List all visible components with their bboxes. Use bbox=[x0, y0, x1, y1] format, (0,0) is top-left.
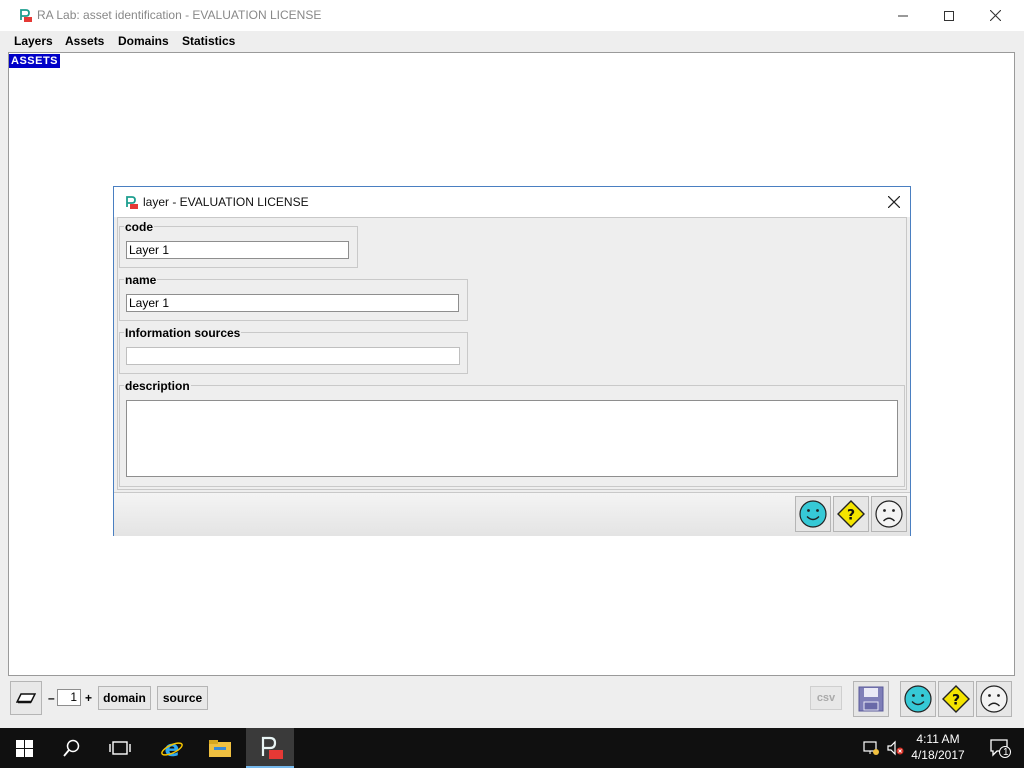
dialog-footer bbox=[114, 492, 910, 536]
network-tray[interactable] bbox=[860, 728, 882, 768]
close-icon bbox=[989, 10, 1001, 21]
dialog-close-button[interactable] bbox=[882, 192, 906, 212]
dialog-ok-button[interactable] bbox=[795, 496, 831, 532]
dialog-help-button[interactable] bbox=[833, 496, 869, 532]
menu-layers[interactable]: Layers bbox=[14, 34, 53, 48]
close-icon bbox=[888, 196, 900, 208]
description-label: description bbox=[124, 379, 191, 393]
menu-bar: Layers Assets Domains Statistics bbox=[0, 31, 1016, 52]
svg-text:e: e bbox=[165, 737, 180, 760]
dialog-title-bar: layer - EVALUATION LICENSE bbox=[114, 187, 910, 217]
app-icon bbox=[124, 195, 138, 209]
level-input[interactable]: 1 bbox=[57, 689, 81, 706]
dialog-body: code name Information sources descriptio… bbox=[117, 217, 907, 490]
network-icon bbox=[863, 741, 879, 755]
source-button[interactable]: source bbox=[157, 686, 208, 710]
toolbar-ok-button[interactable] bbox=[900, 681, 936, 717]
internet-explorer-icon: e bbox=[161, 737, 183, 760]
code-label: code bbox=[124, 220, 155, 234]
code-field[interactable] bbox=[126, 241, 349, 259]
search-button[interactable] bbox=[48, 728, 96, 768]
search-icon bbox=[63, 739, 80, 757]
ok-smiley-icon bbox=[903, 684, 933, 714]
bottom-toolbar: – 1 + domain source csv bbox=[8, 678, 1015, 720]
csv-export-button[interactable]: csv bbox=[810, 686, 842, 710]
domain-button[interactable]: domain bbox=[98, 686, 151, 710]
folder-icon bbox=[209, 740, 231, 757]
task-view-icon bbox=[109, 741, 131, 755]
volume-muted-icon bbox=[887, 740, 904, 756]
dialog-cancel-button[interactable] bbox=[871, 496, 907, 532]
information-sources-field[interactable] bbox=[126, 347, 460, 365]
cancel-frown-icon bbox=[979, 684, 1009, 714]
layer-plane-icon bbox=[16, 693, 36, 704]
help-question-icon bbox=[836, 499, 866, 529]
assets-layer-tag[interactable]: ASSETS bbox=[9, 54, 61, 68]
start-button[interactable] bbox=[0, 728, 48, 768]
ra-lab-app-icon bbox=[261, 736, 283, 759]
maximize-icon bbox=[944, 10, 954, 21]
notification-count: 1 bbox=[1003, 747, 1009, 758]
sources-label: Information sources bbox=[124, 326, 242, 340]
dialog-title: layer - EVALUATION LICENSE bbox=[143, 195, 309, 209]
task-view-button[interactable] bbox=[96, 728, 144, 768]
app-icon bbox=[18, 8, 32, 22]
windows-logo-icon bbox=[15, 739, 33, 757]
level-decrement-button[interactable]: – bbox=[48, 691, 55, 705]
description-field[interactable] bbox=[126, 400, 898, 477]
taskbar-file-explorer[interactable] bbox=[196, 728, 244, 768]
layer-view-button[interactable] bbox=[10, 681, 42, 715]
title-bar: RA Lab: asset identification - EVALUATIO… bbox=[0, 0, 1024, 31]
name-label: name bbox=[124, 273, 158, 287]
toolbar-help-button[interactable] bbox=[938, 681, 974, 717]
maximize-button[interactable] bbox=[926, 0, 972, 31]
layer-dialog: layer - EVALUATION LICENSE code name Inf… bbox=[113, 186, 911, 536]
minimize-button[interactable] bbox=[880, 0, 926, 31]
clock-date: 4/18/2017 bbox=[911, 748, 965, 762]
action-center-button[interactable]: 1 bbox=[976, 728, 1024, 768]
taskbar-internet-explorer[interactable]: e bbox=[148, 728, 196, 768]
cancel-frown-icon bbox=[874, 499, 904, 529]
menu-assets[interactable]: Assets bbox=[65, 34, 104, 48]
name-field[interactable] bbox=[126, 294, 459, 312]
level-increment-button[interactable]: + bbox=[85, 691, 92, 705]
system-clock[interactable]: 4:11 AM 4/18/2017 bbox=[904, 731, 972, 763]
save-button[interactable] bbox=[853, 681, 889, 717]
ok-smiley-icon bbox=[798, 499, 828, 529]
taskbar-ra-lab-app[interactable] bbox=[246, 728, 294, 768]
clock-time: 4:11 AM bbox=[916, 732, 960, 746]
close-button[interactable] bbox=[972, 0, 1018, 31]
toolbar-cancel-button[interactable] bbox=[976, 681, 1012, 717]
taskbar: e 4:11 AM 4/18/2017 1 bbox=[0, 728, 1024, 768]
help-question-icon bbox=[941, 684, 971, 714]
floppy-disk-icon bbox=[858, 686, 884, 712]
menu-statistics[interactable]: Statistics bbox=[182, 34, 235, 48]
window-title: RA Lab: asset identification - EVALUATIO… bbox=[37, 8, 322, 22]
volume-tray[interactable] bbox=[884, 728, 906, 768]
minimize-icon bbox=[898, 15, 908, 16]
menu-domains[interactable]: Domains bbox=[118, 34, 169, 48]
